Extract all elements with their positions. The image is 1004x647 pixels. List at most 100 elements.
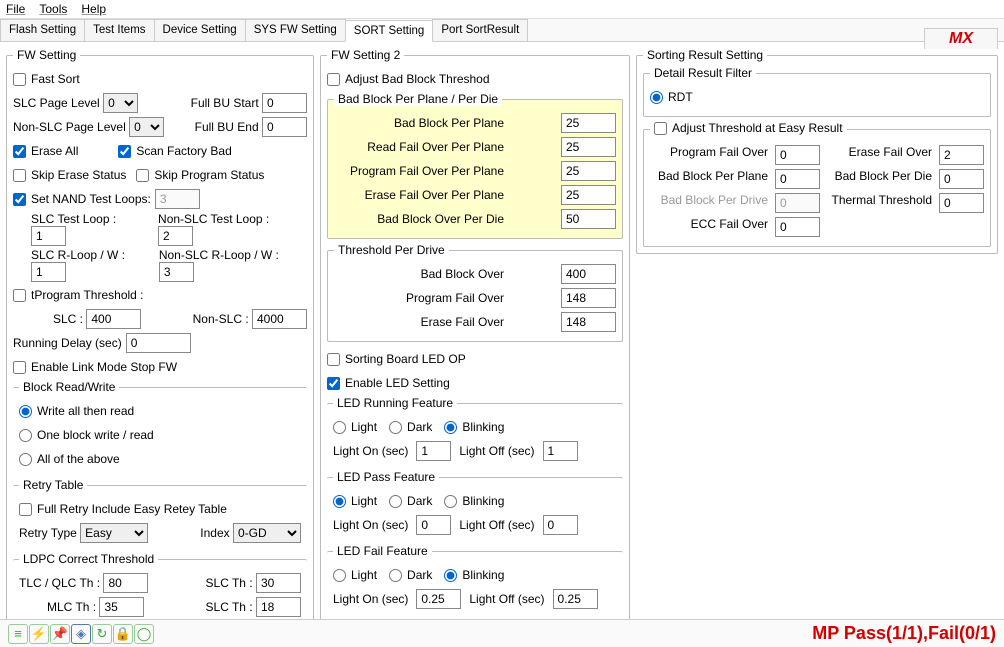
sb-pin-icon[interactable]: 📌 xyxy=(50,624,70,644)
adjust-easy-cb[interactable] xyxy=(654,122,667,135)
sort-ef-input[interactable] xyxy=(939,145,984,165)
tab-sys-fw-setting[interactable]: SYS FW Setting xyxy=(245,19,346,41)
rdt-radio[interactable] xyxy=(650,91,663,104)
rf-plane-input[interactable] xyxy=(561,137,616,157)
full-bu-end-input[interactable] xyxy=(262,117,307,137)
sb-list-icon[interactable]: ≡ xyxy=(8,624,28,644)
enable-link-label: Enable Link Mode Stop FW xyxy=(31,360,177,374)
brw-all-radio[interactable] xyxy=(19,453,32,466)
ef-over-input[interactable] xyxy=(561,312,616,332)
run-light-radio[interactable] xyxy=(333,421,346,434)
tprogram-thresh-label: tProgram Threshold : xyxy=(31,288,144,302)
tlc-th-label: TLC / QLC Th : xyxy=(19,576,100,590)
pass-blinking-radio[interactable] xyxy=(444,495,457,508)
pf-plane-label: Program Fail Over Per Plane xyxy=(334,164,504,178)
fail-light-label: Light xyxy=(351,568,377,582)
tprogram-thresh-cb[interactable] xyxy=(13,289,26,302)
sort-thermal-input[interactable] xyxy=(939,193,984,213)
scan-factory-cb[interactable] xyxy=(118,145,131,158)
nonslc-test-loop-input[interactable] xyxy=(158,226,193,246)
sb-lock-icon[interactable]: 🔒 xyxy=(113,624,133,644)
tab-port-sortresult[interactable]: Port SortResult xyxy=(432,19,528,41)
sorting-led-cb[interactable] xyxy=(327,353,340,366)
pf-over-input[interactable] xyxy=(561,288,616,308)
nonslc-val-input[interactable] xyxy=(252,309,307,329)
adjust-bb-label: Adjust Bad Block Threshod xyxy=(345,72,490,86)
fail-off-input[interactable] xyxy=(553,589,598,609)
pf-plane-input[interactable] xyxy=(561,161,616,181)
pass-dark-radio[interactable] xyxy=(389,495,402,508)
tpd-legend: Threshold Per Drive xyxy=(334,243,449,257)
pass-on-input[interactable] xyxy=(416,515,451,535)
sort-ecc-input[interactable] xyxy=(775,217,820,237)
full-bu-start-input[interactable] xyxy=(262,93,307,113)
sort-bbdie-input[interactable] xyxy=(939,169,984,189)
pass-on-label: Light On (sec) xyxy=(333,518,408,532)
run-blinking-radio[interactable] xyxy=(444,421,457,434)
erase-all-cb[interactable] xyxy=(13,145,26,158)
tab-sort-setting[interactable]: SORT Setting xyxy=(345,20,434,42)
running-delay-label: Running Delay (sec) xyxy=(13,336,122,350)
erase-all-label: Erase All xyxy=(31,144,78,158)
ef-over-label: Erase Fail Over xyxy=(334,315,504,329)
full-retry-cb[interactable] xyxy=(19,503,32,516)
bb-plane-input[interactable] xyxy=(561,113,616,133)
mlc-th-input[interactable] xyxy=(99,597,144,617)
retry-index-select[interactable]: 0-GD xyxy=(233,523,301,543)
tab-test-items[interactable]: Test Items xyxy=(84,19,154,41)
sort-pf-input[interactable] xyxy=(775,145,820,165)
slc-page-level-select[interactable]: 0 xyxy=(103,93,138,113)
slc-rloop-input[interactable] xyxy=(31,262,66,282)
sb-cube-icon[interactable]: ◈ xyxy=(71,624,91,644)
fw2-legend: FW Setting 2 xyxy=(327,48,404,62)
fail-blinking-radio[interactable] xyxy=(444,569,457,582)
sb-refresh-icon[interactable]: ↻ xyxy=(92,624,112,644)
fail-dark-radio[interactable] xyxy=(389,569,402,582)
set-nand-loops-cb[interactable] xyxy=(13,193,26,206)
retry-type-select[interactable]: Easy xyxy=(80,523,148,543)
sort-pf-label: Program Fail Over xyxy=(650,145,768,165)
fail-off-label: Light Off (sec) xyxy=(469,592,544,606)
pass-light-radio[interactable] xyxy=(333,495,346,508)
bb-over-input[interactable] xyxy=(561,264,616,284)
skip-program-cb[interactable] xyxy=(136,169,149,182)
led-running-group: LED Running Feature Light Dark Blinking … xyxy=(327,396,623,470)
run-on-input[interactable] xyxy=(416,441,451,461)
sb-bolt-icon[interactable]: ⚡ xyxy=(29,624,49,644)
tab-device-setting[interactable]: Device Setting xyxy=(154,19,246,41)
pass-off-label: Light Off (sec) xyxy=(459,518,534,532)
brw-write-all-radio[interactable] xyxy=(19,405,32,418)
menu-file[interactable]: File xyxy=(6,2,25,16)
slc-th2-input[interactable] xyxy=(256,597,301,617)
tlc-th-input[interactable] xyxy=(103,573,148,593)
ef-plane-input[interactable] xyxy=(561,185,616,205)
slc-th-input[interactable] xyxy=(256,573,301,593)
brw-opt3-label: All of the above xyxy=(37,452,120,466)
enable-link-cb[interactable] xyxy=(13,361,26,374)
enable-led-cb[interactable] xyxy=(327,377,340,390)
tab-flash-setting[interactable]: Flash Setting xyxy=(0,19,85,41)
menu-tools[interactable]: Tools xyxy=(39,2,67,16)
skip-erase-cb[interactable] xyxy=(13,169,26,182)
slc-val-input[interactable] xyxy=(86,309,141,329)
sb-circle-icon[interactable]: ◯ xyxy=(134,624,154,644)
enable-led-label: Enable LED Setting xyxy=(345,376,450,390)
bb-die-input[interactable] xyxy=(561,209,616,229)
nonslc-page-level-select[interactable]: 0 xyxy=(129,117,164,137)
run-light-label: Light xyxy=(351,420,377,434)
fail-on-input[interactable] xyxy=(416,589,461,609)
detail-result-filter-group: Detail Result Filter RDT xyxy=(643,66,991,117)
block-rw-legend: Block Read/Write xyxy=(19,380,119,394)
running-delay-input[interactable] xyxy=(126,333,191,353)
nonslc-rloop-input[interactable] xyxy=(159,262,194,282)
run-dark-radio[interactable] xyxy=(389,421,402,434)
run-off-input[interactable] xyxy=(543,441,578,461)
adjust-bb-cb[interactable] xyxy=(327,73,340,86)
fast-sort-cb[interactable] xyxy=(13,73,26,86)
menu-help[interactable]: Help xyxy=(81,2,106,16)
pass-off-input[interactable] xyxy=(543,515,578,535)
slc-test-loop-input[interactable] xyxy=(31,226,66,246)
brw-one-block-radio[interactable] xyxy=(19,429,32,442)
sort-bbplane-input[interactable] xyxy=(775,169,820,189)
fail-light-radio[interactable] xyxy=(333,569,346,582)
